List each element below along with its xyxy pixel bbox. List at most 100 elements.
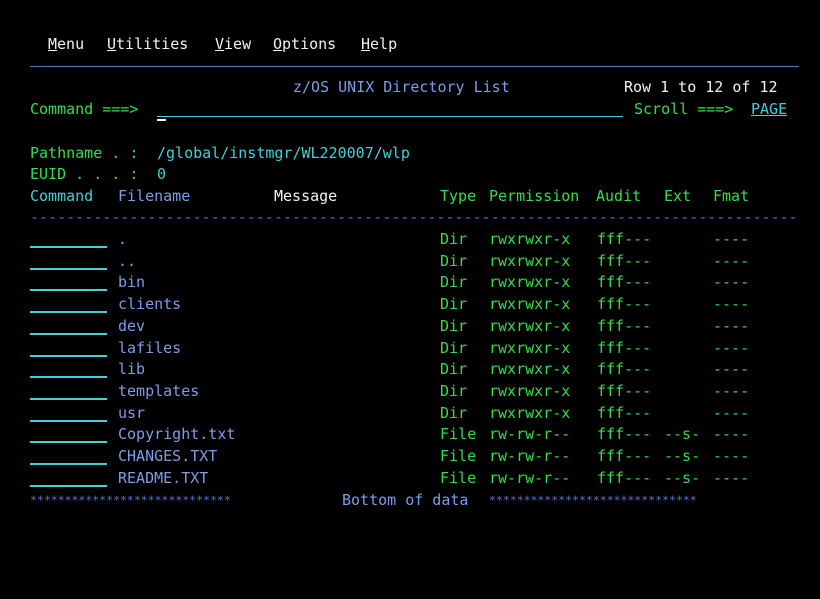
text-cursor bbox=[157, 119, 166, 121]
fmat-cell: ---- bbox=[713, 230, 750, 248]
filename-cell[interactable]: templates bbox=[118, 381, 199, 403]
table-row: Copyright.txt File rw-rw-r-- fff--- --s- ---- bbox=[0, 424, 820, 446]
fmat-cell: ---- bbox=[713, 425, 750, 444]
bottom-of-data-row: ***************************** Bottom of … bbox=[0, 490, 820, 512]
line-command-field[interactable] bbox=[30, 267, 107, 270]
filename-cell[interactable]: . bbox=[118, 229, 127, 251]
column-header-ext[interactable]: Ext bbox=[664, 186, 691, 208]
menu-item-options[interactable]: Options bbox=[273, 34, 336, 56]
audit-cell: fff--- bbox=[597, 251, 652, 270]
permission-cell: rw-rw-r-- bbox=[489, 468, 571, 487]
type-cell: Dir bbox=[440, 295, 468, 314]
audit-cell: fff--- bbox=[597, 316, 652, 335]
table-row: README.TXT File rw-rw-r-- fff--- --s- ---- bbox=[0, 468, 820, 490]
permission-cell: rwxrwxr-x bbox=[489, 381, 571, 400]
audit-cell: fff--- bbox=[597, 230, 652, 248]
menu-item-help[interactable]: Help bbox=[361, 34, 397, 56]
line-command-field[interactable] bbox=[30, 441, 107, 444]
filename-cell[interactable]: CHANGES.TXT bbox=[118, 446, 217, 468]
filename-cell[interactable]: dev bbox=[118, 316, 145, 338]
audit-cell: fff--- bbox=[597, 425, 652, 444]
column-header-type[interactable]: Type bbox=[440, 186, 476, 208]
permission-cell: rwxrwxr-x bbox=[489, 295, 571, 314]
filename-cell[interactable]: clients bbox=[118, 294, 181, 316]
row-info: Row 1 to 12 of 12 bbox=[624, 78, 778, 96]
fmat-cell: ---- bbox=[713, 447, 750, 465]
column-header-audit[interactable]: Audit bbox=[596, 186, 641, 208]
line-command-field[interactable] bbox=[30, 246, 107, 248]
column-header-command: Command bbox=[30, 187, 94, 205]
menu-item-view[interactable]: View bbox=[215, 34, 251, 56]
permission-cell: rwxrwxr-x bbox=[489, 316, 571, 335]
column-header-permission[interactable]: Permission bbox=[489, 186, 579, 208]
separator-dashes: ----------------------------------------… bbox=[30, 208, 800, 226]
filename-cell[interactable]: .. bbox=[118, 251, 136, 273]
line-command-field[interactable] bbox=[30, 419, 107, 422]
fmat-cell: ---- bbox=[713, 360, 750, 379]
pathname-label: Pathname . : bbox=[30, 144, 139, 162]
line-command-field[interactable] bbox=[30, 463, 107, 465]
scroll-amount-field[interactable]: PAGE bbox=[751, 99, 787, 121]
table-row: bin Dir rwxrwxr-x fff--- ---- bbox=[0, 272, 820, 294]
table-row: clients Dir rwxrwxr-x fff--- ---- bbox=[0, 294, 820, 316]
table-row: . Dir rwxrwxr-x fff--- ---- bbox=[0, 229, 820, 251]
table-row: lib Dir rwxrwxr-x fff--- ---- bbox=[0, 359, 820, 381]
ext-cell: --s- bbox=[664, 425, 701, 444]
permission-cell: rwxrwxr-x bbox=[489, 230, 571, 248]
column-header-fmat[interactable]: Fmat bbox=[713, 186, 749, 208]
type-cell: Dir bbox=[440, 251, 468, 270]
fmat-cell: ---- bbox=[713, 251, 750, 270]
audit-cell: fff--- bbox=[597, 360, 652, 379]
menu-item-menu[interactable]: Menu bbox=[48, 34, 84, 56]
line-command-field[interactable] bbox=[30, 289, 107, 292]
line-command-field[interactable] bbox=[30, 311, 107, 314]
type-cell: Dir bbox=[440, 403, 468, 422]
type-cell: File bbox=[440, 447, 477, 465]
line-command-field[interactable] bbox=[30, 354, 107, 357]
title-row: z/OS UNIX Directory List Row 1 to 12 of … bbox=[0, 77, 820, 99]
line-command-field[interactable] bbox=[30, 332, 107, 335]
filename-cell[interactable]: usr bbox=[118, 403, 145, 425]
type-cell: Dir bbox=[440, 360, 468, 379]
table-row: dev Dir rwxrwxr-x fff--- ---- bbox=[0, 316, 820, 338]
euid-value: 0 bbox=[157, 165, 167, 183]
line-command-field[interactable] bbox=[30, 484, 107, 487]
audit-cell: fff--- bbox=[597, 468, 652, 487]
table-row: usr Dir rwxrwxr-x fff--- ---- bbox=[0, 403, 820, 425]
permission-cell: rw-rw-r-- bbox=[489, 447, 571, 465]
line-command-field[interactable] bbox=[30, 397, 107, 400]
permission-cell: rw-rw-r-- bbox=[489, 425, 571, 444]
filename-cell[interactable]: README.TXT bbox=[118, 468, 208, 490]
filename-cell[interactable]: lib bbox=[118, 359, 145, 381]
fmat-cell: ---- bbox=[713, 381, 750, 400]
command-row: Command ===> Scroll ===> PAGE bbox=[0, 99, 820, 121]
audit-cell: fff--- bbox=[597, 295, 652, 314]
pathname-value: /global/instmgr/WL220007/wlp bbox=[157, 144, 410, 162]
column-header-filename[interactable]: Filename bbox=[118, 186, 190, 208]
audit-cell: fff--- bbox=[597, 447, 652, 465]
menu-bar: Menu Utilities View Options Help bbox=[0, 34, 820, 56]
header-separator: ----------------------------------------… bbox=[0, 207, 800, 229]
bottom-of-data-text: Bottom of data bbox=[342, 491, 469, 509]
permission-cell: rwxrwxr-x bbox=[489, 273, 571, 292]
scroll-label: Scroll ===> bbox=[634, 100, 734, 118]
table-row: lafiles Dir rwxrwxr-x fff--- ---- bbox=[0, 338, 820, 360]
audit-cell: fff--- bbox=[597, 403, 652, 422]
menu-item-utilities[interactable]: Utilities bbox=[107, 34, 188, 56]
permission-cell: rwxrwxr-x bbox=[489, 251, 571, 270]
type-cell: Dir bbox=[440, 316, 468, 335]
command-input-underline[interactable] bbox=[157, 116, 623, 117]
stars-left: ***************************** bbox=[30, 493, 231, 507]
fmat-cell: ---- bbox=[713, 273, 750, 292]
fmat-cell: ---- bbox=[713, 316, 750, 335]
fmat-cell: ---- bbox=[713, 338, 750, 357]
permission-cell: rwxrwxr-x bbox=[489, 338, 571, 357]
line-command-field[interactable] bbox=[30, 376, 107, 379]
filename-cell[interactable]: lafiles bbox=[118, 338, 181, 360]
menu-divider bbox=[30, 66, 799, 67]
filename-cell[interactable]: bin bbox=[118, 272, 145, 294]
command-label: Command ===> bbox=[30, 100, 139, 118]
fmat-cell: ---- bbox=[713, 403, 750, 422]
filename-cell[interactable]: Copyright.txt bbox=[118, 424, 235, 446]
column-header-message[interactable]: Message bbox=[274, 186, 337, 208]
